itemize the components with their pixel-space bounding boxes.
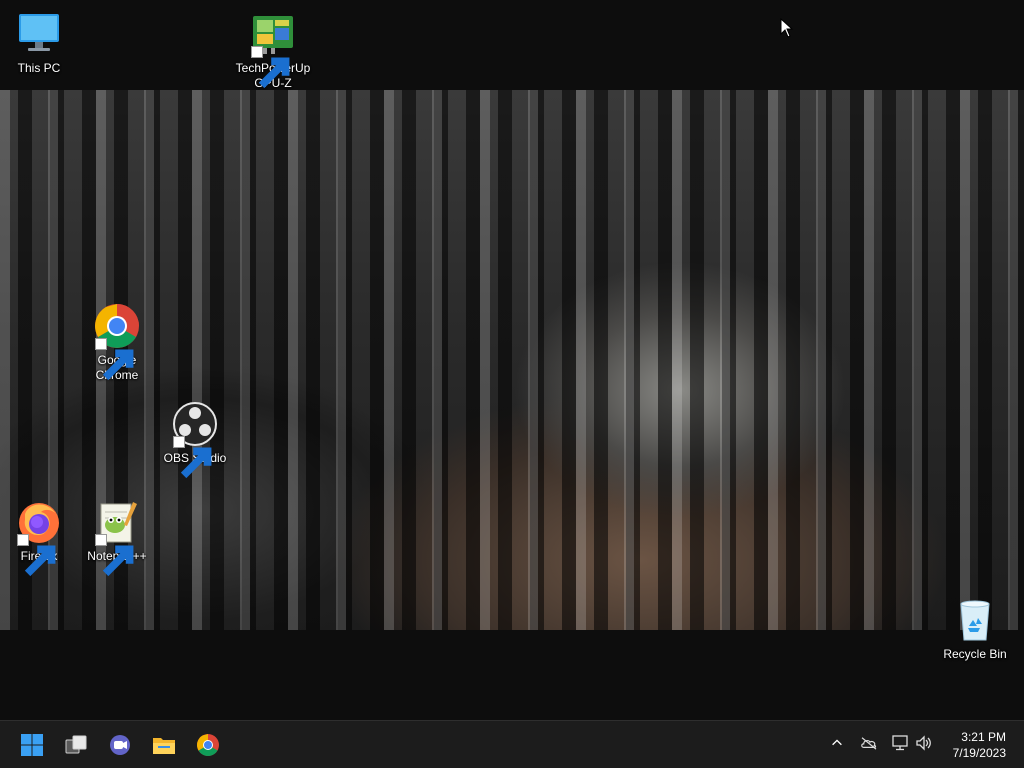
desktop-icon-google-chrome[interactable]: Google Chrome (78, 302, 156, 383)
task-view-icon (64, 733, 88, 757)
obs-icon (171, 400, 219, 479)
onedrive-icon (860, 736, 878, 755)
mouse-cursor-icon (780, 17, 794, 38)
chrome-icon (196, 733, 220, 757)
file-explorer-button[interactable] (146, 727, 182, 763)
desktop-icon-notepad-plus-plus[interactable]: Notepad++ (78, 498, 156, 577)
task-view-button[interactable] (58, 727, 94, 763)
show-hidden-icons-icon (830, 736, 844, 755)
gpu-z-icon (249, 10, 297, 89)
chrome-icon (93, 302, 141, 381)
shortcut-arrow-icon (17, 534, 56, 577)
file-explorer-icon (152, 733, 176, 757)
shortcut-arrow-icon (95, 534, 134, 577)
network-tray-button[interactable] (890, 734, 910, 756)
taskbar: 3:21 PM 7/19/2023 (0, 720, 1024, 768)
firefox-icon (15, 498, 63, 577)
notepad-plus-plus-icon (93, 498, 141, 577)
network-icon (891, 734, 909, 756)
taskbar-clock[interactable]: 3:21 PM 7/19/2023 (936, 729, 1006, 761)
volume-icon (915, 734, 933, 756)
clock-time: 3:21 PM (961, 730, 1006, 744)
start-button[interactable] (14, 727, 50, 763)
teams-chat-button[interactable] (102, 727, 138, 763)
desktop-icon-this-pc[interactable]: This PC (0, 10, 78, 76)
desktop-icon-obs-studio[interactable]: OBS Studio (156, 400, 234, 479)
chrome-taskbar-button[interactable] (190, 727, 226, 763)
desktop-icon-recycle-bin[interactable]: Recycle Bin (936, 596, 1014, 662)
shortcut-arrow-icon (95, 338, 134, 381)
desktop-icon-firefox[interactable]: Firefox (0, 498, 78, 577)
this-pc-icon (15, 10, 63, 58)
onedrive-tray-button[interactable] (859, 735, 879, 755)
desktop-icon-gpu-z[interactable]: TechPowerUp GPU-Z (234, 10, 312, 91)
show-hidden-icons-button[interactable] (827, 735, 847, 755)
clock-date: 7/19/2023 (952, 746, 1006, 760)
volume-tray-button[interactable] (914, 734, 934, 756)
teams-chat-icon (108, 733, 132, 757)
desktop-icon-label: This PC (17, 61, 61, 75)
shortcut-arrow-icon (173, 436, 212, 479)
shortcut-arrow-icon (251, 46, 290, 89)
recycle-bin-icon (951, 596, 999, 644)
desktop-icon-label: Recycle Bin (943, 647, 1007, 661)
start-icon (20, 733, 44, 757)
